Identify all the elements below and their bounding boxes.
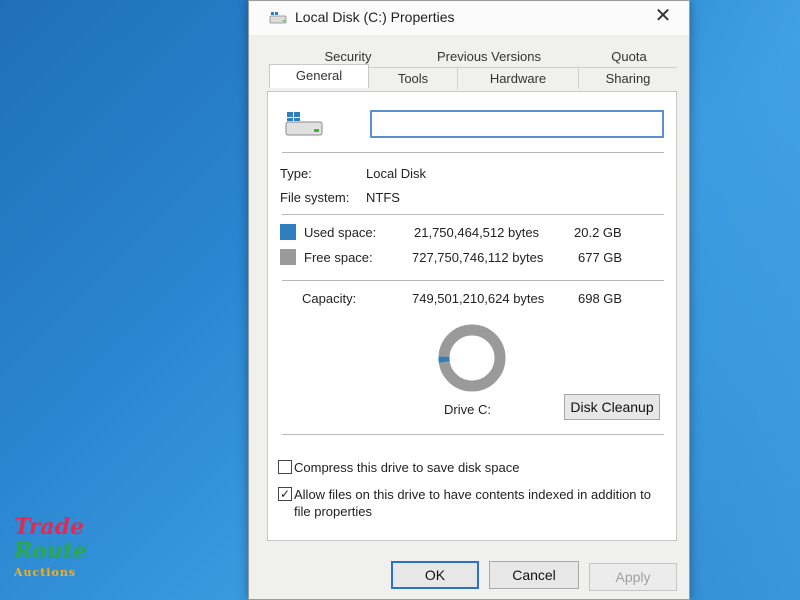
divider bbox=[282, 214, 664, 215]
tab-previous-versions[interactable]: Previous Versions bbox=[419, 46, 559, 68]
tab-sharing[interactable]: Sharing bbox=[579, 67, 677, 89]
properties-dialog: Local Disk (C:) Properties ✕ Security Pr… bbox=[248, 0, 690, 600]
free-space-bytes: 727,750,746,112 bytes bbox=[412, 250, 544, 265]
cancel-button[interactable]: Cancel bbox=[489, 561, 579, 589]
tab-hardware[interactable]: Hardware bbox=[458, 67, 578, 89]
drive-title-icon bbox=[269, 12, 287, 24]
trade-route-watermark: Trade Route Auctions bbox=[10, 512, 100, 590]
capacity-bytes: 749,501,210,624 bytes bbox=[412, 291, 545, 306]
capacity-gb: 698 GB bbox=[578, 291, 623, 306]
compress-checkbox[interactable] bbox=[278, 460, 292, 474]
free-space-swatch bbox=[280, 249, 296, 265]
file-system-value: NTFS bbox=[366, 190, 400, 205]
index-label-line2: file properties bbox=[294, 504, 373, 519]
close-icon[interactable]: ✕ bbox=[643, 3, 683, 31]
file-system-label: File system: bbox=[280, 190, 350, 205]
used-space-label: Used space: bbox=[304, 225, 377, 240]
tab-quota[interactable]: Quota bbox=[589, 46, 669, 68]
drive-icon bbox=[285, 112, 323, 136]
divider bbox=[282, 280, 664, 281]
disk-usage-donut bbox=[438, 324, 506, 392]
title-bar[interactable]: Local Disk (C:) Properties ✕ bbox=[249, 1, 689, 35]
compress-label: Compress this drive to save disk space bbox=[294, 460, 520, 475]
donut-free-segment bbox=[438, 324, 506, 392]
used-space-swatch bbox=[280, 224, 296, 240]
divider bbox=[282, 434, 664, 435]
divider bbox=[282, 152, 664, 153]
used-space-gb: 20.2 GB bbox=[574, 225, 622, 240]
tab-general[interactable]: General bbox=[269, 64, 369, 88]
capacity-label: Capacity: bbox=[302, 291, 357, 306]
type-label: Type: bbox=[280, 166, 312, 181]
free-space-label: Free space: bbox=[304, 250, 373, 265]
disk-cleanup-button[interactable]: Disk Cleanup bbox=[564, 394, 660, 420]
apply-button[interactable]: Apply bbox=[589, 563, 677, 591]
drive-name-input[interactable] bbox=[370, 110, 664, 138]
watermark-line3: Auctions bbox=[14, 566, 77, 579]
tab-strip: Security Previous Versions Quota General… bbox=[269, 43, 677, 91]
tab-tools[interactable]: Tools bbox=[369, 67, 457, 89]
general-panel: Type: Local Disk File system: NTFS Used … bbox=[267, 91, 677, 541]
watermark-line1: Trade bbox=[14, 514, 84, 540]
drive-label: Drive C: bbox=[444, 402, 491, 417]
used-space-bytes: 21,750,464,512 bytes bbox=[414, 225, 540, 240]
index-label-line1: Allow files on this drive to have conten… bbox=[294, 487, 651, 502]
watermark-line2: Route bbox=[14, 538, 88, 564]
window-title: Local Disk (C:) Properties bbox=[295, 9, 455, 25]
ok-button[interactable]: OK bbox=[391, 561, 479, 589]
type-value: Local Disk bbox=[366, 166, 426, 181]
index-checkbox[interactable]: ✓ bbox=[278, 487, 292, 501]
free-space-gb: 677 GB bbox=[578, 250, 623, 265]
